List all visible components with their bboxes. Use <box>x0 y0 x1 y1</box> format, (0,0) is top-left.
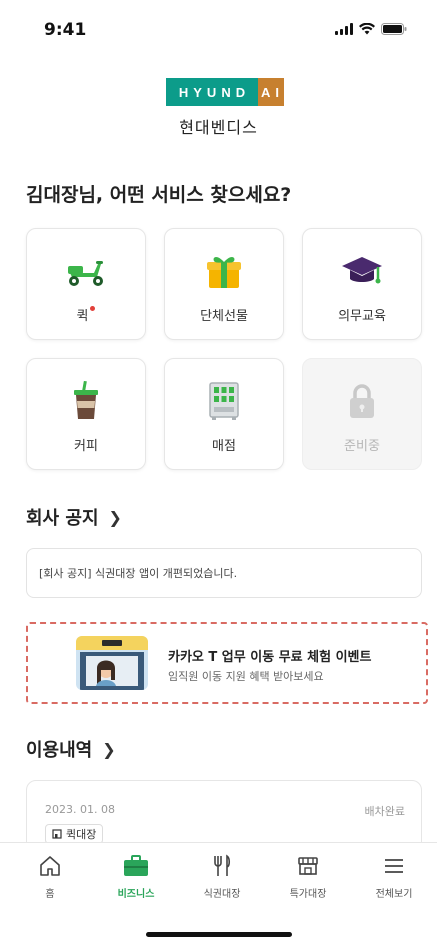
banner-title: 카카오 T 업무 이동 무료 체험 이벤트 <box>168 650 372 665</box>
gift-icon <box>207 256 241 288</box>
notice-section-title: 회사 공지 <box>26 508 99 529</box>
service-quick-card[interactable]: 퀵 <box>26 228 146 340</box>
chevron-right-icon: ❯ <box>108 507 122 527</box>
status-time: 9:41 <box>44 20 87 40</box>
service-label: 의무교육 <box>338 309 386 324</box>
company-name: 현대벤디스 <box>179 118 258 137</box>
tab-label: 식권대장 <box>203 889 241 900</box>
bottom-tab-bar: 홈 비즈니스 식권대장 특가대장 전체보기 <box>0 842 437 942</box>
lock-icon <box>350 384 374 418</box>
logo-text-left: HYUND <box>166 78 258 106</box>
service-tag: 퀵대장 <box>45 824 104 844</box>
scooter-icon <box>68 261 103 286</box>
utensils-icon <box>214 854 231 876</box>
coffee-cup-icon <box>74 381 98 419</box>
tab-home[interactable]: 홈 <box>10 853 90 900</box>
history-section-header[interactable]: 이용내역 ❯ <box>26 736 116 762</box>
service-store-card[interactable]: 매점 <box>164 358 284 470</box>
new-indicator-dot <box>90 306 96 311</box>
signal-icon <box>335 23 353 35</box>
graduation-cap-icon <box>342 257 382 284</box>
store-tag-icon <box>52 829 62 839</box>
banner-subtitle: 임직원 이동 지원 혜택 받아보세요 <box>168 670 324 683</box>
service-label: 준비중 <box>344 439 380 454</box>
tab-special-deals[interactable]: 특가대장 <box>268 853 348 900</box>
hyundai-logo: HYUND AI <box>166 78 284 106</box>
home-indicator[interactable] <box>146 932 292 937</box>
history-section-title: 이용내역 <box>26 740 93 761</box>
service-label: 단체선물 <box>200 309 248 324</box>
service-group-gift-card[interactable]: 단체선물 <box>164 228 284 340</box>
history-date: 2023. 01. 08 <box>45 803 115 816</box>
home-icon <box>40 856 60 876</box>
tab-label: 홈 <box>45 889 55 900</box>
history-status: 배차완료 <box>364 805 405 818</box>
service-coffee-card[interactable]: 커피 <box>26 358 146 470</box>
tab-label: 전체보기 <box>375 889 413 900</box>
logo-text-right: AI <box>258 78 284 106</box>
tab-business[interactable]: 비즈니스 <box>96 853 176 900</box>
tab-meal-ticket[interactable]: 식권대장 <box>182 853 262 900</box>
service-label: 매점 <box>212 439 236 454</box>
service-tag-label: 퀵대장 <box>66 828 97 841</box>
tab-label: 비즈니스 <box>117 889 155 900</box>
wifi-icon <box>359 23 375 35</box>
kakao-t-event-banner[interactable]: 카카오 T 업무 이동 무료 체험 이벤트 임직원 이동 지원 혜택 받아보세요 <box>26 622 428 704</box>
greeting-title: 김대장님, 어떤 서비스 찾으세요? <box>26 184 292 206</box>
store-icon <box>298 857 318 875</box>
battery-icon <box>381 23 407 35</box>
service-label: 커피 <box>74 439 98 454</box>
service-label: 퀵 <box>76 309 89 324</box>
tab-view-all[interactable]: 전체보기 <box>354 853 434 900</box>
notice-section-header[interactable]: 회사 공지 ❯ <box>26 504 122 530</box>
taxi-passenger-image <box>76 636 148 690</box>
service-mandatory-training-card[interactable]: 의무교육 <box>302 228 422 340</box>
app-screen: 9:41 HYUND AI 현대벤디스 김대장님, 어떤 서비스 찾으세요? 퀵… <box>0 0 437 942</box>
tab-label: 특가대장 <box>289 889 327 900</box>
briefcase-icon <box>124 855 148 876</box>
service-coming-soon-card: 준비중 <box>302 358 422 470</box>
vending-machine-icon <box>209 382 239 420</box>
notice-item[interactable]: [회사 공지] 식권대장 앱이 개편되었습니다. <box>26 548 422 598</box>
status-icons <box>335 23 407 35</box>
chevron-right-icon: ❯ <box>102 739 116 759</box>
status-bar: 9:41 <box>0 0 437 60</box>
menu-icon <box>385 859 403 873</box>
